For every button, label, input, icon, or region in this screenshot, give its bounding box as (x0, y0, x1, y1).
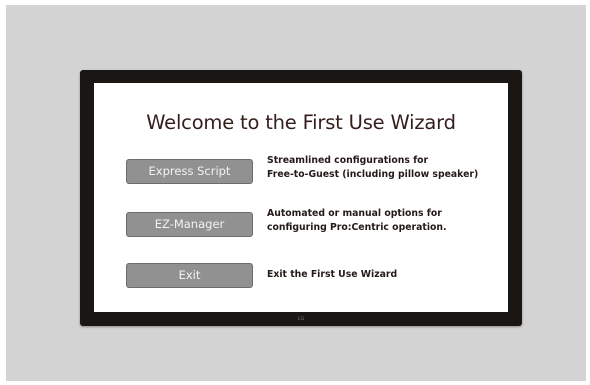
tv-bezel: Welcome to the First Use Wizard Express … (80, 70, 522, 326)
ez-manager-button[interactable]: EZ-Manager (126, 212, 253, 237)
express-script-description: Streamlined configurations for Free-to-G… (267, 154, 502, 182)
exit-description: Exit the First Use Wizard (267, 268, 502, 282)
ez-manager-description: Automated or manual options for configur… (267, 207, 502, 235)
express-script-description-line-2: Free-to-Guest (including pillow speaker) (267, 169, 479, 180)
express-script-description-line-1: Streamlined configurations for (267, 155, 429, 166)
exit-button[interactable]: Exit (126, 263, 253, 288)
exit-description-line-1: Exit the First Use Wizard (267, 269, 398, 280)
tv-logo: LG (297, 316, 305, 322)
express-script-button[interactable]: Express Script (126, 159, 253, 184)
wizard-screen: Welcome to the First Use Wizard Express … (94, 83, 508, 312)
ez-manager-description-line-1: Automated or manual options for (267, 208, 442, 219)
wizard-title: Welcome to the First Use Wizard (146, 111, 456, 134)
ez-manager-description-line-2: configuring Pro:Centric operation. (267, 222, 447, 233)
